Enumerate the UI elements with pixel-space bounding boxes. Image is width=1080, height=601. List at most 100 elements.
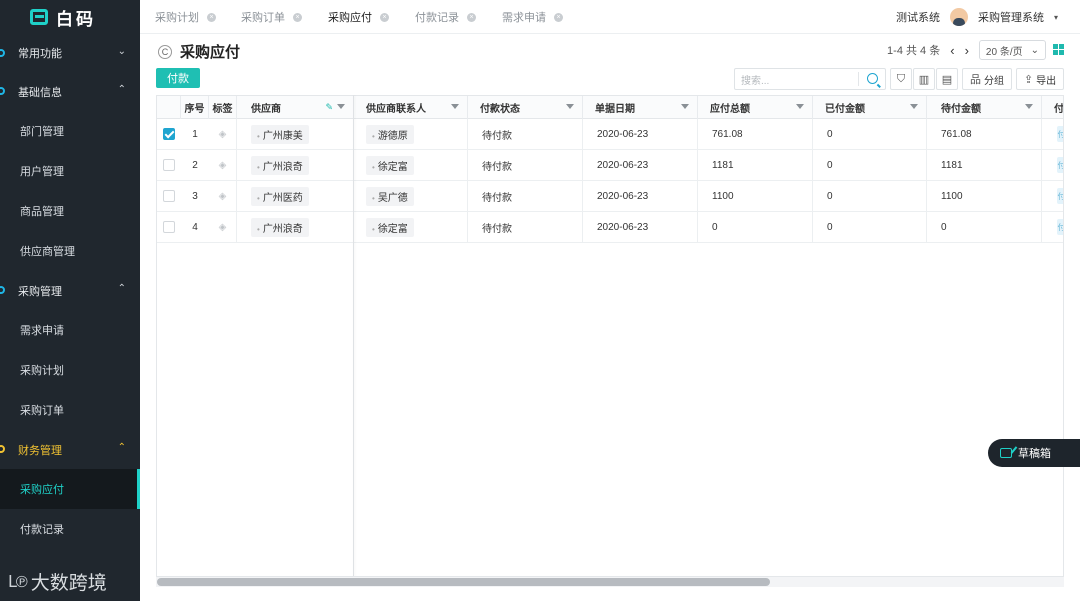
sort-icon[interactable] xyxy=(910,104,918,109)
pay-badge[interactable]: 付 xyxy=(1057,188,1063,204)
filter-button[interactable]: ⛉ xyxy=(890,68,912,90)
status-cell[interactable]: 待付款 xyxy=(468,212,583,242)
sidebar-item-demand[interactable]: 需求申请 xyxy=(0,310,140,350)
row-checkbox[interactable] xyxy=(163,221,175,233)
date-cell[interactable]: 2020-06-23 xyxy=(583,181,698,211)
sidebar-item-orders[interactable]: 采购订单 xyxy=(0,390,140,430)
sort-icon[interactable] xyxy=(451,104,459,109)
row-select-cell[interactable] xyxy=(157,150,181,180)
contact-cell[interactable]: 游德原 xyxy=(354,119,468,149)
pending-cell[interactable]: 1181 xyxy=(927,150,1042,180)
sort-icon[interactable] xyxy=(681,104,689,109)
sidebar-item-payment-records[interactable]: 付款记录 xyxy=(0,509,140,549)
sidebar-item-users[interactable]: 用户管理 xyxy=(0,151,140,191)
status-cell[interactable]: 待付款 xyxy=(468,150,583,180)
pay-badge[interactable]: 付 xyxy=(1057,219,1063,235)
status-cell[interactable]: 待付款 xyxy=(468,181,583,211)
col-total[interactable]: 应付总额 xyxy=(698,96,813,119)
row-checkbox[interactable] xyxy=(163,190,175,202)
payment-action-cell[interactable]: 付 xyxy=(1057,212,1063,242)
date-cell[interactable]: 2020-06-23 xyxy=(583,150,698,180)
next-page-icon[interactable]: › xyxy=(965,43,969,58)
page-size-select[interactable]: 20 条/页 ⌄ xyxy=(978,40,1046,60)
scrollbar-thumb[interactable] xyxy=(157,578,770,586)
system-switch[interactable]: 测试系统 xyxy=(896,9,940,25)
row-checkbox[interactable] xyxy=(163,159,175,171)
total-cell[interactable]: 761.08 xyxy=(698,119,813,149)
pending-cell[interactable]: 0 xyxy=(927,212,1042,242)
paid-cell[interactable]: 0 xyxy=(813,212,927,242)
row-tag[interactable]: ◈ xyxy=(209,212,237,242)
menu-group-common[interactable]: 常用功能 ⌄ xyxy=(0,34,140,72)
menu-group-purchase[interactable]: 采购管理 ⌃ xyxy=(0,271,140,310)
contact-cell[interactable]: 徐定富 xyxy=(354,212,468,242)
search-input[interactable]: 搜索... xyxy=(734,68,886,90)
row-tag[interactable]: ◈ xyxy=(209,119,237,149)
close-icon[interactable]: × xyxy=(467,12,476,22)
supplier-cell[interactable]: 广州浪奇 xyxy=(237,150,354,180)
caret-down-icon[interactable]: ▾ xyxy=(1054,13,1058,22)
pin-icon[interactable]: ✎ xyxy=(325,102,333,113)
row-select-cell[interactable] xyxy=(157,181,181,211)
export-button[interactable]: ⇪ 导出 xyxy=(1016,68,1064,90)
sort-icon[interactable] xyxy=(1025,104,1033,109)
sidebar-item-payables[interactable]: 采购应付 xyxy=(0,469,140,509)
total-cell[interactable]: 1100 xyxy=(698,181,813,211)
close-icon[interactable]: × xyxy=(293,12,302,22)
paid-cell[interactable]: 0 xyxy=(813,181,927,211)
col-date[interactable]: 单据日期 xyxy=(583,96,698,119)
col-contact[interactable]: 供应商联系人 xyxy=(354,96,468,119)
payment-action-cell[interactable]: 付 xyxy=(1057,181,1063,211)
date-cell[interactable]: 2020-06-23 xyxy=(583,212,698,242)
close-icon[interactable]: × xyxy=(207,12,216,22)
table-row[interactable]: 2 ◈ 广州浪奇 徐定富 待付款 2020-06-23 1181 0 1181 … xyxy=(157,150,1063,181)
avatar[interactable] xyxy=(949,8,968,26)
close-icon[interactable]: × xyxy=(554,12,563,22)
refresh-icon[interactable]: C xyxy=(158,44,172,59)
sort-icon[interactable] xyxy=(566,104,574,109)
table-row[interactable]: 3 ◈ 广州医药 吴广德 待付款 2020-06-23 1100 0 1100 … xyxy=(157,181,1063,212)
app-name[interactable]: 采购管理系统 xyxy=(978,9,1044,25)
tab-demand[interactable]: 需求申请 × xyxy=(502,0,563,34)
menu-group-finance[interactable]: 财务管理 ⌃ xyxy=(0,430,140,469)
row-select-cell[interactable] xyxy=(157,119,181,149)
payment-action-cell[interactable]: 付 xyxy=(1057,119,1063,149)
col-status[interactable]: 付款状态 xyxy=(468,96,583,119)
paid-cell[interactable]: 0 xyxy=(813,150,927,180)
date-cell[interactable]: 2020-06-23 xyxy=(583,119,698,149)
draft-box-button[interactable]: 草稿箱 xyxy=(988,439,1080,467)
contact-cell[interactable]: 吴广德 xyxy=(354,181,468,211)
sidebar-item-department[interactable]: 部门管理 xyxy=(0,111,140,151)
horizontal-scrollbar[interactable] xyxy=(156,577,1064,587)
row-checkbox[interactable] xyxy=(163,128,175,140)
contact-cell[interactable]: 徐定富 xyxy=(354,150,468,180)
search-icon[interactable] xyxy=(867,73,878,84)
col-paid[interactable]: 已付金额 xyxy=(813,96,927,119)
row-tag[interactable]: ◈ xyxy=(209,150,237,180)
sort-icon[interactable] xyxy=(337,104,345,109)
sidebar-item-products[interactable]: 商品管理 xyxy=(0,191,140,231)
close-icon[interactable]: × xyxy=(380,12,389,22)
pay-badge[interactable]: 付 xyxy=(1057,157,1063,173)
tab-purchase-plan[interactable]: 采购计划 × xyxy=(155,0,216,34)
col-pending[interactable]: 待付金额 xyxy=(927,96,1042,119)
tab-purchase-orders[interactable]: 采购订单 × xyxy=(241,0,302,34)
supplier-cell[interactable]: 广州医药 xyxy=(237,181,354,211)
group-button[interactable]: 品 分组 xyxy=(962,68,1012,90)
pay-button[interactable]: 付款 xyxy=(156,68,200,88)
pay-badge[interactable]: 付 xyxy=(1057,126,1063,142)
row-tag[interactable]: ◈ xyxy=(209,181,237,211)
supplier-cell[interactable]: 广州康美 xyxy=(237,119,354,149)
supplier-cell[interactable]: 广州浪奇 xyxy=(237,212,354,242)
table-row[interactable]: 4 ◈ 广州浪奇 徐定富 待付款 2020-06-23 0 0 0 付 xyxy=(157,212,1063,243)
table-row[interactable]: 1 ◈ 广州康美 游德原 待付款 2020-06-23 761.08 0 761… xyxy=(157,119,1063,150)
columns-button[interactable]: ▤ xyxy=(936,68,958,90)
payment-action-cell[interactable]: 付 xyxy=(1057,150,1063,180)
tab-payment-records[interactable]: 付款记录 × xyxy=(415,0,476,34)
total-cell[interactable]: 1181 xyxy=(698,150,813,180)
select-all-cell[interactable] xyxy=(157,96,181,119)
pending-cell[interactable]: 1100 xyxy=(927,181,1042,211)
paid-cell[interactable]: 0 xyxy=(813,119,927,149)
menu-group-basic-info[interactable]: 基础信息 ⌃ xyxy=(0,72,140,111)
sidebar-item-suppliers[interactable]: 供应商管理 xyxy=(0,231,140,271)
